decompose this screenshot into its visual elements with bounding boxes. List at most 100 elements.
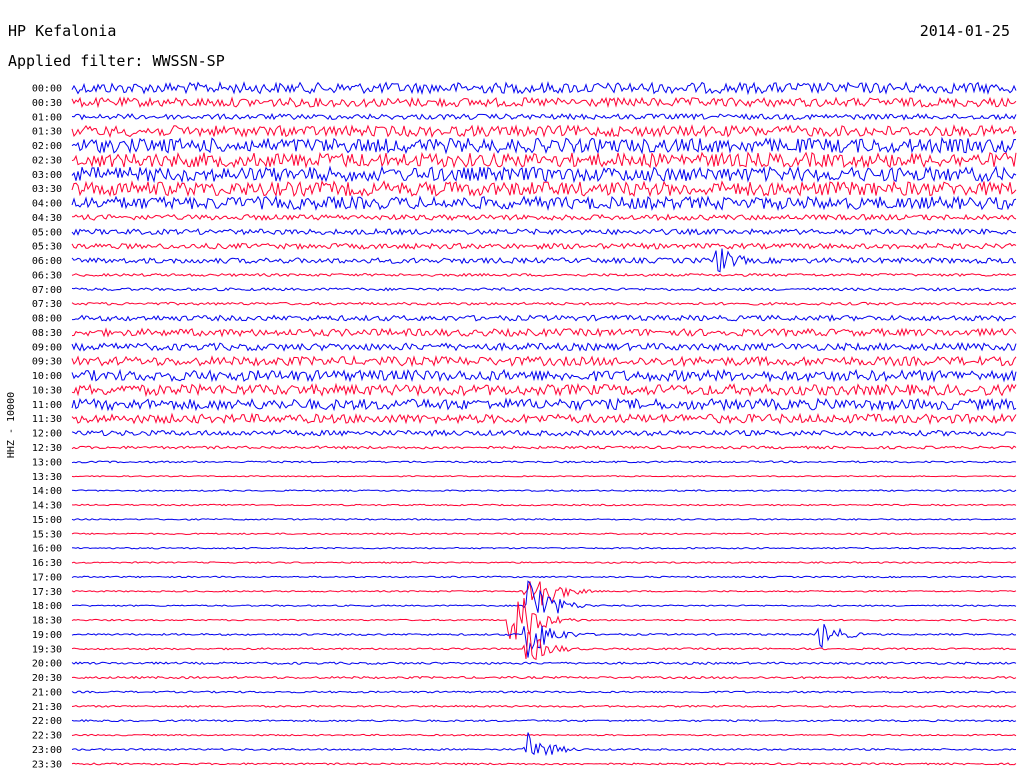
row-time-label: 08:00 — [32, 314, 62, 325]
row-time-label: 09:30 — [32, 357, 62, 368]
row-time-label: 22:30 — [32, 731, 62, 742]
trace-row-0830 — [71, 327, 1017, 338]
trace-row-2030 — [71, 675, 1017, 680]
row-time-label: 15:00 — [32, 515, 62, 526]
trace-row-0230 — [71, 151, 1017, 169]
row-time-label: 05:30 — [32, 242, 62, 253]
row-time-label: 12:00 — [32, 429, 62, 440]
trace-row-0700 — [71, 287, 1017, 292]
trace-row-0300 — [71, 165, 1017, 184]
trace-row-1730 — [71, 581, 1017, 606]
row-time-label: 04:00 — [32, 199, 62, 210]
row-time-label: 00:30 — [32, 98, 62, 109]
row-time-label: 05:00 — [32, 227, 62, 238]
row-time-label: 12:30 — [32, 443, 62, 454]
trace-row-2200 — [71, 719, 1017, 723]
trace-row-1900 — [71, 624, 1017, 658]
row-time-label: 20:00 — [32, 659, 62, 670]
row-time-label: 00:00 — [32, 84, 62, 95]
row-time-label: 17:30 — [32, 587, 62, 598]
trace-row-0530 — [71, 242, 1017, 251]
row-time-label: 04:30 — [32, 213, 62, 224]
trace-row-2230 — [71, 733, 1017, 737]
trace-row-1000 — [71, 368, 1017, 383]
trace-row-2100 — [71, 690, 1017, 694]
trace-row-1230 — [71, 445, 1017, 450]
trace-row-1500 — [71, 518, 1017, 521]
trace-row-2130 — [71, 704, 1017, 708]
row-time-label: 07:30 — [32, 299, 62, 310]
trace-row-2300 — [71, 732, 1017, 757]
trace-row-0000 — [71, 81, 1017, 96]
trace-row-1930 — [71, 631, 1016, 661]
trace-row-0100 — [71, 112, 1017, 121]
trace-row-0500 — [71, 227, 1017, 236]
row-time-label: 23:30 — [32, 759, 62, 770]
trace-row-1630 — [71, 561, 1017, 564]
row-time-label: 15:30 — [32, 529, 62, 540]
trace-row-0200 — [71, 136, 1017, 155]
trace-row-1100 — [71, 397, 1017, 412]
trace-row-1400 — [71, 489, 1017, 493]
trace-row-0800 — [72, 314, 1017, 323]
row-time-label: 06:30 — [32, 270, 62, 281]
trace-row-0400 — [71, 194, 1017, 212]
row-time-label: 10:00 — [32, 371, 62, 382]
row-time-label: 14:00 — [32, 486, 62, 497]
trace-row-1700 — [71, 575, 1017, 579]
row-time-label: 22:00 — [32, 716, 62, 727]
trace-row-0730 — [71, 301, 1017, 306]
row-time-label: 13:30 — [32, 472, 62, 483]
trace-row-1130 — [71, 412, 1017, 426]
trace-row-1200 — [71, 429, 1017, 437]
channel-axis-label: HHZ - 10000 — [6, 392, 17, 458]
row-time-label: 07:00 — [32, 285, 62, 296]
row-time-label: 20:30 — [32, 673, 62, 684]
trace-row-0330 — [71, 179, 1017, 198]
trace-row-1330 — [71, 475, 1017, 478]
trace-row-2000 — [71, 661, 1017, 665]
helicorder-page: HP Kefalonia 2014-01-25 Applied filter: … — [0, 0, 1024, 780]
trace-row-1430 — [71, 503, 1017, 507]
row-time-label: 03:00 — [32, 170, 62, 181]
row-time-label: 18:30 — [32, 616, 62, 627]
trace-row-1800 — [71, 580, 1017, 614]
row-time-label: 16:30 — [32, 558, 62, 569]
row-time-label: 21:00 — [32, 687, 62, 698]
trace-row-0430 — [72, 213, 1017, 222]
row-time-label: 06:00 — [32, 256, 62, 267]
row-time-label: 16:00 — [32, 544, 62, 555]
row-time-label: 09:00 — [32, 342, 62, 353]
trace-row-0600 — [71, 248, 1017, 273]
row-time-label: 19:00 — [32, 630, 62, 641]
row-time-label: 01:00 — [32, 112, 62, 123]
helicorder-chart: 00:00 00:30 01:00 01:30 02:00 02:30 03:00 03:30… — [6, 81, 1017, 771]
row-time-label: 02:00 — [32, 141, 62, 152]
trace-row-0900 — [71, 341, 1017, 352]
trace-row-1030 — [71, 382, 1017, 398]
row-time-label: 21:30 — [32, 702, 62, 713]
row-time-label: 13:00 — [32, 457, 62, 468]
row-time-label: 10:30 — [32, 385, 62, 396]
row-time-label: 14:30 — [32, 501, 62, 512]
time-tick-labels: 00:00 00:30 01:00 01:30 02:00 02:30 03:00 03:30… — [32, 84, 62, 771]
row-time-label: 08:30 — [32, 328, 62, 339]
row-time-label: 23:00 — [32, 745, 62, 756]
trace-row-0930 — [71, 355, 1017, 368]
trace-row-0130 — [71, 124, 1017, 138]
trace-row-2330 — [71, 762, 1017, 766]
row-time-label: 01:30 — [32, 127, 62, 138]
row-time-label: 17:00 — [32, 572, 62, 583]
row-time-label: 11:30 — [32, 414, 62, 425]
row-time-label: 11:00 — [32, 400, 62, 411]
row-time-label: 02:30 — [32, 155, 62, 166]
trace-row-1530 — [71, 532, 1017, 536]
row-time-label: 03:30 — [32, 184, 62, 195]
row-time-label: 18:00 — [32, 601, 62, 612]
trace-row-0030 — [71, 96, 1017, 109]
seismogram-traces — [71, 81, 1017, 766]
trace-row-1600 — [71, 546, 1017, 550]
trace-row-1300 — [71, 460, 1017, 464]
row-time-label: 19:30 — [32, 644, 62, 655]
trace-row-0630 — [71, 272, 1017, 278]
